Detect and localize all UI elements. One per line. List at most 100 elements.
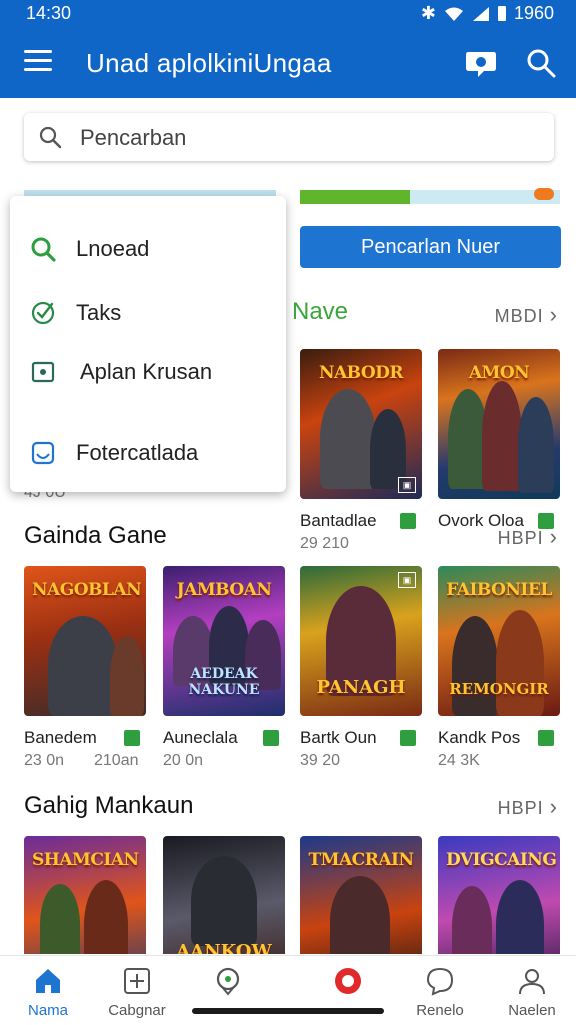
game-cover: PANAGH ▣	[300, 566, 422, 716]
category-icon	[124, 968, 150, 994]
search-icon	[31, 237, 56, 262]
status-time: 14:30	[26, 3, 72, 23]
banner-dot	[534, 188, 554, 200]
section-title: Nave	[292, 298, 349, 325]
game-meta: 20 0n	[163, 752, 204, 769]
verified-check-icon	[400, 730, 416, 746]
rating-badge: ▣	[398, 572, 416, 588]
game-card[interactable]: AANKOW	[163, 836, 285, 954]
dropdown-menu: Lnoead Taks Aplan Krusan Fotercatlada	[10, 196, 286, 492]
dropdown-item-aplan-krusan[interactable]: Aplan Krusan	[10, 351, 286, 391]
home-indicator[interactable]	[192, 1008, 384, 1014]
see-more-link[interactable]: MBDI ›	[495, 302, 558, 328]
app-box-icon	[31, 361, 55, 383]
game-icon	[335, 968, 361, 994]
game-meta: 29 210	[300, 535, 349, 552]
game-cover: JAMBOAN AEDEAK NAKUNE	[163, 566, 285, 716]
game-cover: AANKOW	[163, 836, 285, 954]
dropdown-item-taks[interactable]: Taks	[10, 292, 286, 332]
chevron-right-icon: ›	[549, 794, 558, 819]
battery-level: 1960	[513, 3, 554, 23]
game-logo: DVIGCAING	[446, 850, 557, 870]
chat-icon	[426, 967, 454, 996]
game-title: Auneclala	[163, 728, 238, 747]
banner-button[interactable]: Pencarlan Nuer	[300, 226, 561, 268]
game-card[interactable]: TMACRAIN	[300, 836, 422, 954]
game-title: Banedem	[24, 728, 97, 747]
chevron-right-icon: ›	[549, 524, 558, 549]
nav-label: Nama	[27, 1002, 68, 1019]
signal-icon	[472, 6, 489, 21]
status-icons: ✱ 1960	[421, 3, 554, 24]
verified-check-icon	[263, 730, 279, 746]
game-meta: 39 20	[300, 752, 341, 769]
game-card[interactable]: SHAMCIAN	[24, 836, 146, 954]
nav-item-home[interactable]: Nama	[0, 956, 96, 1025]
nav-item-map[interactable]	[180, 956, 276, 1025]
game-cover: TMACRAIN	[300, 836, 422, 954]
game-title: Bantadlae	[300, 511, 377, 530]
game-title: Kandk Pos	[438, 728, 521, 747]
bluetooth-icon: ✱	[420, 3, 436, 23]
map-pin-icon	[216, 967, 240, 996]
nav-item-game[interactable]	[300, 956, 396, 1025]
game-logo: FAIBONIEL	[446, 580, 552, 600]
game-logo: NAGOBLAN	[32, 580, 142, 600]
search-input[interactable]: Pencarban	[24, 113, 554, 161]
see-more-label: HBPI	[497, 798, 544, 818]
game-card[interactable]: DVIGCAING	[438, 836, 560, 954]
rating-badge: ▣	[398, 477, 416, 493]
menu-icon[interactable]	[24, 50, 52, 76]
game-meta: 23 0n	[24, 752, 65, 769]
nav-item-profile[interactable]: Naelen	[484, 956, 576, 1025]
game-logo: AANKOW	[176, 941, 272, 954]
game-cover: SHAMCIAN	[24, 836, 146, 954]
verified-check-icon	[124, 730, 140, 746]
game-logo: NABODR	[318, 363, 404, 383]
search-icon[interactable]	[526, 48, 556, 78]
nav-label: Cabgnar	[108, 1002, 166, 1019]
see-more-link[interactable]: HBPI ›	[498, 524, 558, 550]
nav-item-chat[interactable]: Renelo	[392, 956, 488, 1025]
game-logo: TMACRAIN	[308, 850, 415, 870]
dropdown-item-label: Lnoead	[76, 236, 150, 261]
game-title: Bartk Oun	[300, 728, 377, 747]
verified-check-icon	[538, 730, 554, 746]
game-cover: NABODR ▣	[300, 349, 422, 499]
game-logo: JAMBOAN	[176, 580, 272, 600]
section-title: Gahig Mankaun	[24, 792, 194, 819]
search-placeholder: Pencarban	[80, 125, 187, 150]
wifi-icon	[444, 7, 463, 21]
game-logo: AMON	[468, 363, 530, 383]
nav-label: Renelo	[416, 1002, 464, 1019]
status-bar: 14:30 ✱ 1960	[0, 0, 576, 28]
game-cover: AMON	[438, 349, 560, 499]
dropdown-item-fotercatlada[interactable]: Fotercatlada	[10, 432, 286, 472]
dropdown-item-label: Taks	[76, 300, 122, 325]
battery-icon	[497, 6, 506, 21]
chat-bubble-icon[interactable]	[464, 48, 498, 78]
game-meta: 24 3K	[438, 752, 480, 769]
check-circle-icon	[31, 301, 55, 325]
dropdown-item-lnoead[interactable]: Lnoead	[10, 228, 286, 268]
game-logo-secondary: REMONGIR	[449, 680, 549, 698]
banner-strip-green[interactable]	[300, 190, 410, 204]
verified-check-icon	[400, 513, 416, 529]
app-bar: Unad aplolkiniUngaa	[0, 28, 576, 98]
game-cover: NAGOBLAN	[24, 566, 146, 716]
chevron-right-icon: ›	[549, 302, 558, 327]
dropdown-item-label: Aplan Krusan	[80, 359, 213, 384]
game-logo: PANAGH	[316, 677, 406, 698]
profile-icon	[519, 969, 545, 995]
section-title: Gainda Gane	[24, 522, 167, 549]
nav-item-category[interactable]: Cabgnar	[89, 956, 185, 1025]
see-more-label: MBDI	[494, 306, 544, 326]
see-more-label: HBPI	[497, 528, 544, 548]
game-cover: FAIBONIEL REMONGIR	[438, 566, 560, 716]
bottom-navigation: Nama Cabgnar Renelo Naelen	[0, 955, 576, 1025]
dropdown-item-label: Fotercatlada	[76, 440, 199, 465]
see-more-link[interactable]: HBPI ›	[498, 794, 558, 820]
shield-icon	[31, 441, 55, 465]
game-logo-secondary: AEDEAK NAKUNE	[188, 666, 260, 698]
app-title: Unad aplolkiniUngaa	[86, 48, 332, 78]
